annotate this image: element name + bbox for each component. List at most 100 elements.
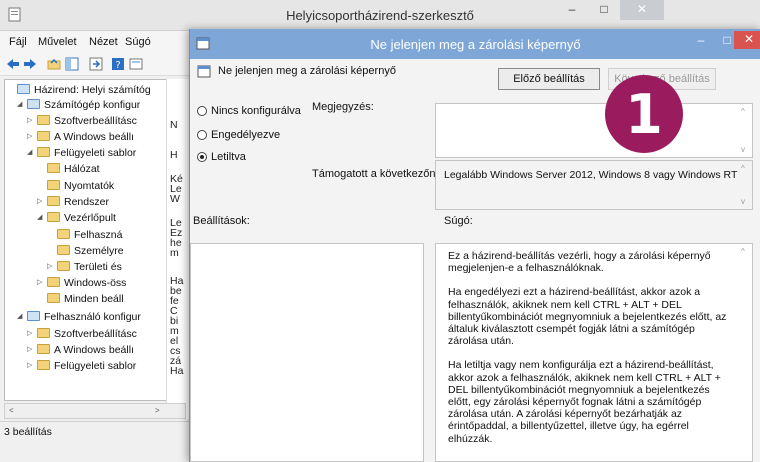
radio-circle[interactable] [197, 106, 207, 116]
note-textarea[interactable]: ^ v [435, 103, 753, 158]
expanded-arrow-icon[interactable]: ◢ [17, 98, 27, 112]
radio-label: Nincs konfigurálva [211, 105, 301, 117]
folder-icon [27, 99, 40, 109]
tree-node-label: A Windows beállı [54, 344, 134, 356]
close-button[interactable]: ✕ [620, 0, 664, 20]
radio-circle[interactable] [197, 152, 207, 162]
expanded-arrow-icon[interactable]: ◢ [17, 310, 27, 324]
forward-arrow-icon[interactable] [22, 56, 38, 72]
tree-node[interactable]: ▷ Felügyeleti sablor [27, 359, 136, 373]
folder-icon [47, 196, 60, 206]
settings-text-fragment: m [170, 247, 179, 259]
tree-node[interactable]: ▷ A Windows beállı [27, 130, 134, 144]
tree-node-label: Házirend: Helyi számítóg [34, 84, 151, 96]
tree-node[interactable]: ▷ Területi és [47, 260, 122, 274]
menu-view[interactable]: Nézet [89, 36, 118, 48]
tree-node[interactable]: Nyomtatók [37, 179, 114, 193]
minimize-button[interactable]: – [558, 0, 586, 20]
folder-icon [57, 245, 70, 255]
radio-not-configured[interactable]: Nincs konfigurálva [197, 105, 301, 117]
collapsed-arrow-icon[interactable]: ▷ [27, 130, 37, 144]
folder-icon [47, 277, 60, 287]
folder-icon [47, 180, 60, 190]
tree-node[interactable]: ▷ Szoftverbeállításc [27, 114, 137, 128]
tree-node[interactable]: Személyre [47, 244, 124, 258]
status-text: 3 beállítás [4, 426, 52, 438]
tree-node[interactable]: ▷ Windows-öss [37, 276, 126, 290]
collapsed-arrow-icon[interactable]: ▷ [37, 276, 47, 290]
tree-node[interactable]: ▷ A Windows beállı [27, 343, 134, 357]
radio-disabled[interactable]: Letiltva [197, 151, 246, 163]
note-scrollbar[interactable]: ^ v [739, 104, 752, 157]
view-icon[interactable] [128, 56, 144, 72]
maximize-button[interactable]: □ [590, 0, 618, 20]
help-paragraph: Ha engedélyezi ezt a házirend-beállítást… [448, 286, 727, 348]
expanded-arrow-icon[interactable]: ◢ [37, 211, 47, 225]
tree-node-label: Rendszer [64, 196, 109, 208]
policy-tree[interactable]: Házirend: Helyi számítóg ◢ Számítógép konf… [4, 79, 188, 401]
tree-node[interactable]: Felhaszná [47, 228, 122, 242]
dialog-title: Ne jelenjen meg a zárolási képernyő [370, 37, 581, 52]
tree-node[interactable]: Hálózat [37, 162, 100, 176]
radio-enabled[interactable]: Engedélyezve [197, 129, 280, 141]
collapsed-arrow-icon[interactable]: ▷ [27, 327, 37, 341]
step-number-badge: 1 [605, 75, 683, 153]
toolbar: ? [0, 53, 190, 76]
show-tree-icon[interactable] [64, 56, 80, 72]
up-folder-icon[interactable] [46, 56, 62, 72]
tree-node[interactable]: ◢ Vezérlőpult [37, 211, 116, 225]
settings-text-fragment: W [170, 193, 180, 205]
collapsed-arrow-icon[interactable]: ▷ [47, 260, 57, 274]
menu-action[interactable]: Művelet [38, 36, 77, 48]
tree-node[interactable]: Házirend: Helyi számítóg [7, 83, 151, 97]
settings-list-pane: N H Ké Le W Le Ez he m Ha be fe Cbi m el cs zá Ha [166, 79, 191, 419]
menu-help[interactable]: Súgó [125, 36, 151, 48]
tree-node-label: Felhaszná [74, 229, 123, 241]
supported-label: Támogatott a következőn: [312, 168, 439, 180]
help-icon[interactable]: ? [110, 56, 126, 72]
folder-icon [37, 344, 50, 354]
scroll-left-icon[interactable]: < [9, 406, 14, 415]
previous-setting-button[interactable]: Előző beállítás [498, 68, 600, 90]
help-paragraph: Ez a házirend-beállítás vezérli, hogy a … [448, 250, 711, 275]
help-text: Ez a házirend-beállítás vezérli, hogy a … [448, 250, 728, 457]
tree-node-label: Számítógép konfigur [44, 99, 141, 111]
supported-on-field: Legalább Windows Server 2012, Windows 8 … [435, 160, 753, 210]
tree-node[interactable]: Minden beáll [37, 292, 124, 306]
collapsed-arrow-icon[interactable]: ▷ [27, 343, 37, 357]
tree-node-label: Nyomtatók [64, 180, 115, 192]
folder-icon [37, 131, 50, 141]
scroll-right-icon[interactable]: > [155, 406, 160, 415]
tree-node-label: Windows-öss [64, 277, 127, 289]
radio-circle[interactable] [197, 130, 207, 140]
export-icon[interactable] [88, 56, 104, 72]
status-bar: 3 beállítás [0, 421, 190, 442]
settings-text-fragment: Ha [170, 365, 184, 377]
expanded-arrow-icon[interactable]: ◢ [27, 146, 37, 160]
dialog-titlebar: Ne jelenjen meg a zárolási képernyő – □ … [190, 29, 760, 59]
collapsed-arrow-icon[interactable]: ▷ [37, 195, 47, 209]
folder-icon [47, 163, 60, 173]
collapsed-arrow-icon[interactable]: ▷ [27, 359, 37, 373]
folder-icon [17, 84, 30, 94]
dialog-close-button[interactable]: ✕ [734, 31, 760, 49]
back-arrow-icon[interactable] [5, 56, 21, 72]
tree-node[interactable]: ◢ Számítógép konfigur [17, 98, 140, 112]
tree-node[interactable]: ◢ Felhasználó konfigur [17, 310, 141, 324]
supported-scrollbar[interactable]: ^ v [739, 161, 752, 209]
folder-icon [57, 229, 70, 239]
collapsed-arrow-icon[interactable]: ▷ [27, 114, 37, 128]
menu-bar: Fájl Művelet Nézet Súgó [0, 31, 190, 53]
dialog-minimize-button[interactable]: – [688, 31, 714, 51]
help-scrollbar[interactable]: ^ [739, 244, 752, 461]
badge-number: 1 [625, 83, 663, 146]
tree-node[interactable]: ▷ Rendszer [37, 195, 109, 209]
tree-node[interactable]: ◢ Felügyeleti sablor [27, 146, 136, 160]
tree-node-label: Minden beáll [64, 293, 124, 305]
folder-icon [37, 147, 50, 157]
tree-horizontal-scrollbar[interactable]: < > [4, 403, 186, 419]
folder-icon [37, 328, 50, 338]
tree-node[interactable]: ▷ Szoftverbeállításc [27, 327, 137, 341]
menu-file[interactable]: Fájl [9, 36, 27, 48]
note-label: Megjegyzés: [312, 101, 374, 113]
